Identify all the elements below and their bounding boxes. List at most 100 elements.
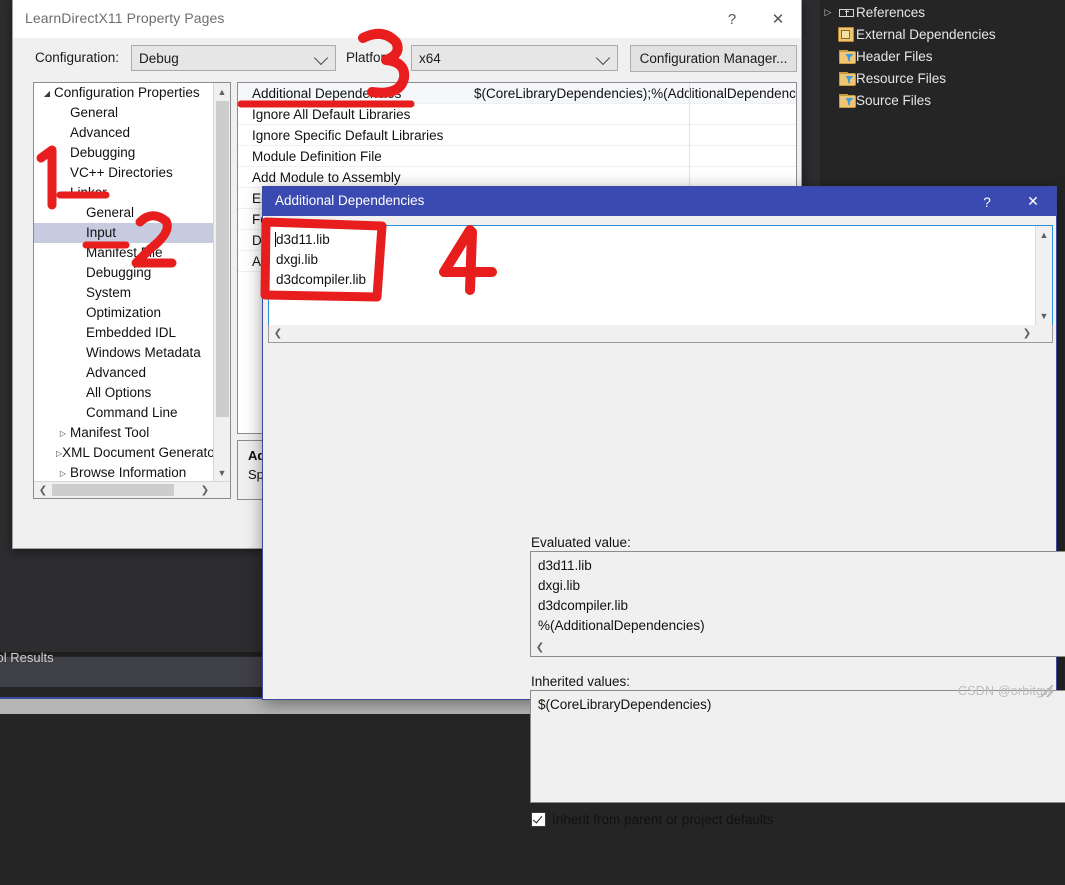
tree-node-configuration-properties[interactable]: ◢ Configuration Properties bbox=[34, 83, 214, 103]
tree-node-label: VC++ Directories bbox=[70, 165, 173, 180]
property-name: Ignore All Default Libraries bbox=[252, 106, 411, 122]
tree-node-list: ◢ Configuration Properties General Advanced… bbox=[34, 83, 219, 483]
scrollbar-thumb[interactable] bbox=[52, 484, 174, 496]
configuration-manager-button[interactable]: Configuration Manager... bbox=[630, 45, 797, 72]
tree-node-system[interactable]: System bbox=[34, 283, 214, 303]
scroll-left-icon[interactable]: ❮ bbox=[531, 639, 549, 655]
dependencies-textarea[interactable]: d3d11.lib dxgi.lib d3dcompiler.lib ▲ ▼ bbox=[268, 225, 1053, 326]
dialog-title: Additional Dependencies bbox=[275, 193, 425, 208]
property-grid-row[interactable]: Additional Dependencies $(CoreLibraryDepe… bbox=[238, 83, 796, 104]
tree-node-windows-metadata[interactable]: Windows Metadata bbox=[34, 343, 214, 363]
scroll-down-icon[interactable]: ▼ bbox=[214, 464, 230, 482]
tree-node-label: Linker bbox=[70, 185, 107, 200]
tree-node-label: Debugging bbox=[70, 145, 136, 160]
property-grid-row[interactable]: Module Definition File bbox=[238, 146, 796, 167]
scroll-left-icon[interactable]: ❮ bbox=[34, 482, 52, 498]
window-title: LearnDirectX11 Property Pages bbox=[25, 10, 225, 26]
expander-closed-icon[interactable]: ▷ bbox=[56, 429, 70, 438]
expander-closed-icon[interactable]: ▷ bbox=[56, 469, 70, 478]
tree-node-manifest-file[interactable]: Manifest File bbox=[34, 243, 214, 263]
scroll-up-icon[interactable]: ▲ bbox=[214, 83, 230, 101]
property-grid-row[interactable]: Ignore Specific Default Libraries bbox=[238, 125, 796, 146]
tree-node-manifest-tool[interactable]: ▷ Manifest Tool bbox=[34, 423, 214, 443]
close-icon[interactable]: ✕ bbox=[1010, 187, 1056, 216]
tree-node-all-options[interactable]: All Options bbox=[34, 383, 214, 403]
scroll-left-icon[interactable]: ❮ bbox=[269, 325, 287, 341]
property-value[interactable]: $(CoreLibraryDependencies);%(AdditionalD… bbox=[474, 86, 796, 101]
property-grid-row[interactable]: Ignore All Default Libraries bbox=[238, 104, 796, 125]
scroll-up-icon[interactable]: ▲ bbox=[1036, 226, 1052, 244]
references-icon bbox=[836, 8, 856, 17]
configuration-value: Debug bbox=[139, 50, 179, 66]
property-name: Ignore Specific Default Libraries bbox=[252, 127, 444, 143]
property-name: Add Module to Assembly bbox=[252, 169, 401, 185]
tree-node-label: Manifest File bbox=[86, 245, 163, 260]
help-icon[interactable]: ? bbox=[964, 187, 1010, 216]
tree-horizontal-scrollbar[interactable]: ❮ ❯ bbox=[34, 481, 230, 498]
expander-open-icon[interactable]: ◢ bbox=[40, 89, 54, 98]
tree-node-general[interactable]: General bbox=[34, 103, 214, 123]
tree-node-label: Optimization bbox=[86, 305, 162, 320]
tree-node-embedded-idl[interactable]: Embedded IDL bbox=[34, 323, 214, 343]
tree-vertical-scrollbar[interactable]: ▲ ▼ bbox=[213, 83, 230, 482]
inherited-values-box: $(CoreLibraryDependencies) ▲ ▼ bbox=[530, 690, 1065, 803]
output-tab-label[interactable]: ymbol Results bbox=[0, 650, 54, 665]
tree-node-label: General bbox=[86, 205, 135, 220]
tree-node-general[interactable]: General bbox=[34, 203, 214, 223]
tree-node-xml-document-generator[interactable]: ▷ XML Document Generator bbox=[34, 443, 219, 463]
tree-node-advanced[interactable]: Advanced bbox=[34, 363, 214, 383]
sidebar-item-resource-files[interactable]: Resource Files bbox=[820, 67, 1065, 89]
evaluated-horizontal-scrollbar[interactable]: ❮ ❯ bbox=[530, 639, 1065, 657]
external-dependencies-icon bbox=[836, 26, 856, 42]
platform-label: Platform: bbox=[346, 50, 401, 65]
scroll-down-icon[interactable]: ▼ bbox=[1036, 307, 1052, 325]
close-icon[interactable]: ✕ bbox=[755, 0, 801, 38]
sidebar-item-external-dependencies[interactable]: External Dependencies bbox=[820, 23, 1065, 45]
tree-node-label: Debugging bbox=[86, 265, 152, 280]
property-name: Module Definition File bbox=[252, 148, 382, 164]
tree-node-label: General bbox=[70, 105, 119, 120]
tree-node-browse-information[interactable]: ▷ Browse Information bbox=[34, 463, 214, 483]
tree-node-debugging[interactable]: Debugging bbox=[34, 143, 214, 163]
sidebar-item-references[interactable]: ▷ References bbox=[820, 1, 1065, 23]
tree-node-vc-directories[interactable]: VC++ Directories bbox=[34, 163, 214, 183]
tree-node-debugging[interactable]: Debugging bbox=[34, 263, 214, 283]
folder-filter-icon bbox=[836, 72, 856, 86]
tree-node-optimization[interactable]: Optimization bbox=[34, 303, 214, 323]
expander-open-icon[interactable]: ◢ bbox=[56, 189, 70, 198]
sidebar-item-label: Header Files bbox=[856, 48, 933, 64]
configuration-label: Configuration: bbox=[35, 50, 120, 65]
configuration-dropdown[interactable]: Debug bbox=[131, 45, 336, 71]
textarea-horizontal-scrollbar[interactable]: ❮ ❯ bbox=[268, 325, 1053, 343]
scroll-right-icon[interactable]: ❯ bbox=[1018, 325, 1036, 341]
scroll-right-icon[interactable]: ❯ bbox=[196, 482, 214, 498]
textarea-vertical-scrollbar[interactable]: ▲ ▼ bbox=[1035, 226, 1052, 325]
tree-node-command-line[interactable]: Command Line bbox=[34, 403, 214, 423]
platform-value: x64 bbox=[419, 50, 441, 66]
evaluated-value-text: d3d11.lib dxgi.lib d3dcompiler.lib %(Add… bbox=[538, 558, 705, 633]
inherited-values-label: Inherited values: bbox=[531, 674, 631, 689]
property-pages-titlebar: LearnDirectX11 Property Pages ? ✕ bbox=[13, 0, 801, 38]
scrollbar-thumb[interactable] bbox=[216, 101, 229, 417]
platform-dropdown[interactable]: x64 bbox=[411, 45, 618, 71]
tree-node-label: Configuration Properties bbox=[54, 85, 200, 100]
help-icon[interactable]: ? bbox=[709, 0, 755, 38]
property-grid-row[interactable]: Add Module to Assembly bbox=[238, 167, 796, 188]
folder-filter-icon bbox=[836, 94, 856, 108]
watermark: CSDN @orbitgw bbox=[958, 684, 1053, 698]
sidebar-item-label: External Dependencies bbox=[856, 26, 996, 42]
sidebar-item-source-files[interactable]: Source Files bbox=[820, 89, 1065, 111]
inherit-defaults-row[interactable]: Inherit from parent or project defaults bbox=[531, 812, 773, 827]
tree-node-label: Advanced bbox=[86, 365, 147, 380]
tree-node-linker[interactable]: ◢ Linker bbox=[34, 183, 214, 203]
dependencies-text: d3d11.lib dxgi.lib d3dcompiler.lib bbox=[276, 232, 367, 287]
tree-node-label: All Options bbox=[86, 385, 152, 400]
tree-node-input[interactable]: Input bbox=[34, 223, 214, 243]
configuration-tree[interactable]: ◢ Configuration Properties General Advanced… bbox=[33, 82, 231, 499]
chevron-right-icon[interactable]: ▷ bbox=[820, 7, 836, 18]
inherit-checkbox[interactable] bbox=[531, 812, 546, 827]
sidebar-item-header-files[interactable]: Header Files bbox=[820, 45, 1065, 67]
tree-node-label: Embedded IDL bbox=[86, 325, 177, 340]
tree-node-advanced[interactable]: Advanced bbox=[34, 123, 214, 143]
sidebar-item-label: Resource Files bbox=[856, 70, 947, 86]
